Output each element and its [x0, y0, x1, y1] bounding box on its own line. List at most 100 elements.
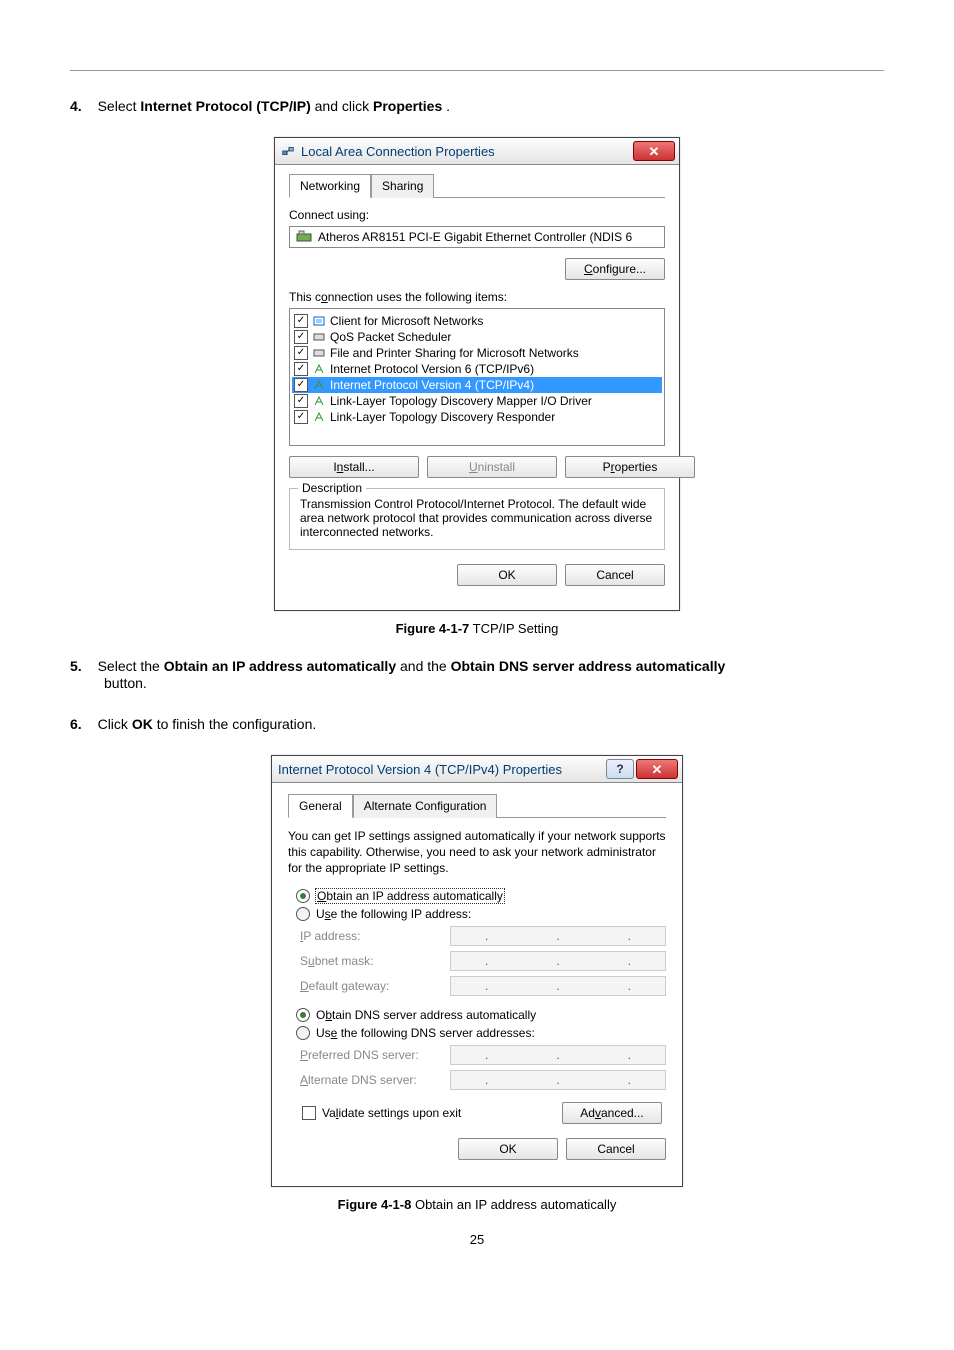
checkbox-icon[interactable]: [294, 394, 308, 408]
top-divider: [70, 70, 884, 71]
ip-address-input: ...: [450, 926, 666, 946]
tab-general[interactable]: General: [288, 794, 353, 818]
ok-button[interactable]: OK: [457, 564, 557, 586]
checkbox-icon[interactable]: [294, 410, 308, 424]
preferred-dns-label: Preferred DNS server:: [300, 1048, 450, 1062]
radio-use-dns-label: Use the following DNS server addresses:: [316, 1026, 535, 1040]
description-legend: Description: [298, 481, 366, 495]
step-4-text-mid: and click: [315, 98, 373, 114]
ip-fields-group: IP address:... Subnet mask:... Default g…: [288, 926, 666, 996]
subnet-mask-label: Subnet mask:: [300, 954, 450, 968]
list-item[interactable]: Client for Microsoft Networks: [292, 313, 662, 329]
connect-using-label: Connect using:: [289, 208, 665, 222]
step-4-text-pre: Select: [98, 98, 141, 114]
advanced-button[interactable]: Advanced...: [562, 1102, 662, 1124]
client-icon: [312, 314, 326, 328]
step-6-text-pre: Click: [98, 716, 132, 732]
tab-alternate-configuration[interactable]: Alternate Configuration: [353, 794, 498, 818]
dialog-titlebar: Local Area Connection Properties ✕: [275, 138, 679, 165]
ok-button[interactable]: OK: [458, 1138, 558, 1160]
cancel-button[interactable]: Cancel: [566, 1138, 666, 1160]
alternate-dns-input: ...: [450, 1070, 666, 1090]
protocol-icon: [312, 378, 326, 392]
protocol-icon: [312, 394, 326, 408]
configure-button[interactable]: Configure...: [565, 258, 665, 280]
list-item-label: Internet Protocol Version 4 (TCP/IPv4): [330, 378, 534, 392]
step-6: 6. Click OK to finish the configuration.: [70, 714, 884, 735]
radio-obtain-dns[interactable]: Obtain DNS server address automatically: [296, 1008, 666, 1022]
ipv4-properties-dialog: Internet Protocol Version 4 (TCP/IPv4) P…: [271, 755, 683, 1187]
install-button[interactable]: Install...: [289, 456, 419, 478]
dialog-titlebar: Internet Protocol Version 4 (TCP/IPv4) P…: [272, 756, 682, 783]
info-text: You can get IP settings assigned automat…: [288, 828, 666, 877]
checkbox-icon[interactable]: [294, 330, 308, 344]
validate-checkbox-row[interactable]: Validate settings upon exit: [302, 1106, 461, 1120]
radio-off-icon[interactable]: [296, 907, 310, 921]
cancel-button[interactable]: Cancel: [565, 564, 665, 586]
figure-4-1-7-label: Figure 4-1-7: [396, 621, 470, 636]
default-gateway-input: ...: [450, 976, 666, 996]
list-item[interactable]: Link-Layer Topology Discovery Mapper I/O…: [292, 393, 662, 409]
description-group: Description Transmission Control Protoco…: [289, 488, 665, 550]
step-4-bold2: Properties: [373, 98, 442, 114]
close-button[interactable]: ✕: [636, 759, 678, 779]
radio-use-ip-label: Use the following IP address:: [316, 907, 471, 921]
network-icon: [281, 144, 295, 158]
checkbox-icon[interactable]: [294, 362, 308, 376]
protocol-icon: [312, 410, 326, 424]
step-4-bold1: Internet Protocol (TCP/IP): [140, 98, 310, 114]
close-button[interactable]: ✕: [633, 141, 675, 161]
tab-strip: General Alternate Configuration: [288, 793, 666, 818]
figure-4-1-8-label: Figure 4-1-8: [338, 1197, 412, 1212]
alternate-dns-label: Alternate DNS server:: [300, 1073, 450, 1087]
step-4-number: 4.: [70, 98, 82, 114]
page-number: 25: [70, 1232, 884, 1247]
radio-on-icon[interactable]: [296, 889, 310, 903]
connection-items-list[interactable]: Client for Microsoft Networks QoS Packet…: [289, 308, 665, 446]
help-button[interactable]: ?: [606, 759, 634, 779]
step-4-text-post: .: [446, 98, 450, 114]
qos-icon: [312, 330, 326, 344]
radio-obtain-ip[interactable]: Obtain an IP address automatically: [296, 889, 666, 903]
adapter-icon: [296, 230, 312, 244]
tab-networking[interactable]: Networking: [289, 174, 371, 198]
step-6-number: 6.: [70, 716, 82, 732]
checkbox-icon[interactable]: [294, 314, 308, 328]
radio-obtain-dns-label: Obtain DNS server address automatically: [316, 1008, 536, 1022]
default-gateway-label: Default gateway:: [300, 979, 450, 993]
checkbox-icon[interactable]: [302, 1106, 316, 1120]
checkbox-icon[interactable]: [294, 378, 308, 392]
step-5-bold2: Obtain DNS server address automatically: [451, 658, 726, 674]
list-item[interactable]: Link-Layer Topology Discovery Responder: [292, 409, 662, 425]
preferred-dns-input: ...: [450, 1045, 666, 1065]
ip-address-label: IP address:: [300, 929, 450, 943]
radio-obtain-ip-label: Obtain an IP address automatically: [316, 889, 504, 903]
checkbox-icon[interactable]: [294, 346, 308, 360]
figure-4-1-8-text: Obtain an IP address automatically: [411, 1197, 616, 1212]
radio-use-dns[interactable]: Use the following DNS server addresses:: [296, 1026, 666, 1040]
tab-strip: Networking Sharing: [289, 173, 665, 198]
radio-off-icon[interactable]: [296, 1026, 310, 1040]
file-share-icon: [312, 346, 326, 360]
tab-sharing[interactable]: Sharing: [371, 174, 434, 198]
configure-label: onfigure...: [593, 262, 646, 276]
radio-use-ip[interactable]: Use the following IP address:: [296, 907, 666, 921]
step-5-bold1: Obtain an IP address automatically: [164, 658, 396, 674]
list-item-selected[interactable]: Internet Protocol Version 4 (TCP/IPv4): [292, 377, 662, 393]
list-item-label: Link-Layer Topology Discovery Mapper I/O…: [330, 394, 592, 408]
step-5-text-pre: Select the: [98, 658, 164, 674]
list-item[interactable]: File and Printer Sharing for Microsoft N…: [292, 345, 662, 361]
figure-4-1-7-text: TCP/IP Setting: [469, 621, 558, 636]
step-6-text-post: to finish the configuration.: [157, 716, 317, 732]
list-item[interactable]: Internet Protocol Version 6 (TCP/IPv6): [292, 361, 662, 377]
step-4: 4. Select Internet Protocol (TCP/IP) and…: [70, 96, 884, 117]
subnet-mask-input: ...: [450, 951, 666, 971]
list-item[interactable]: QoS Packet Scheduler: [292, 329, 662, 345]
properties-button[interactable]: Properties: [565, 456, 695, 478]
figure-4-1-7-caption: Figure 4-1-7 TCP/IP Setting: [70, 621, 884, 636]
dialog-title: Local Area Connection Properties: [301, 144, 495, 159]
radio-on-icon[interactable]: [296, 1008, 310, 1022]
description-text: Transmission Control Protocol/Internet P…: [300, 497, 654, 539]
list-item-label: Link-Layer Topology Discovery Responder: [330, 410, 555, 424]
list-item-label: QoS Packet Scheduler: [330, 330, 451, 344]
